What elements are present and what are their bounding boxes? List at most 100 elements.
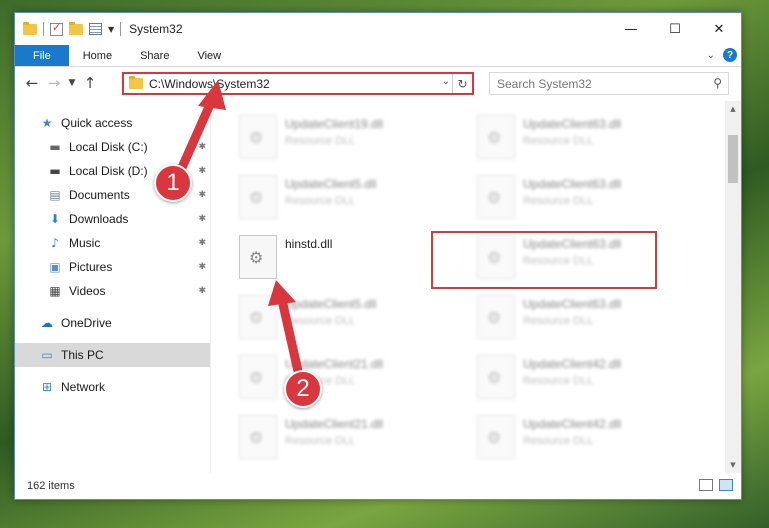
file-item[interactable]: UpdateClient5.dll Resource DLL [233, 173, 453, 229]
ribbon-tabs: File Home Share View ⌄ ? [15, 45, 741, 67]
file-item[interactable]: UpdateClient63.dll Resource DLL [471, 293, 691, 349]
file-item[interactable]: UpdateClient63.dll Resource DLL [471, 173, 691, 229]
sidebar-item-label: Network [61, 380, 106, 394]
navigation-pane: ★ Quick access ▬ Local Disk (C:) ✱ ▬ Loc… [15, 101, 211, 473]
search-placeholder: Search System32 [497, 76, 592, 91]
toolbar-divider [43, 22, 44, 36]
new-folder-icon[interactable] [69, 21, 83, 35]
back-arrow-icon[interactable]: ← [21, 74, 43, 92]
sidebar-item-network[interactable]: ⊞ Network [15, 375, 210, 399]
network-icon: ⊞ [41, 380, 53, 394]
file-type: Resource DLL [523, 435, 594, 447]
scroll-down-arrow-icon[interactable]: ▼ [725, 457, 741, 473]
rename-icon[interactable] [89, 23, 102, 35]
file-name: hinstd.dll [285, 237, 333, 251]
drive-icon: ▬ [49, 164, 61, 178]
view-toggle [699, 479, 733, 491]
documents-icon: ▤ [49, 188, 61, 202]
file-name: UpdateClient42.dll [523, 357, 622, 371]
file-item[interactable]: UpdateClient5.dll Resource DLL [233, 293, 453, 349]
sidebar-item-downloads[interactable]: ⬇ Downloads ✱ [15, 207, 210, 231]
pictures-icon: ▣ [49, 260, 61, 274]
chevron-down-icon[interactable]: ⌄ [707, 50, 715, 61]
window-controls: — ☐ ✕ [609, 13, 741, 45]
vertical-scrollbar[interactable]: ▲ ▼ [725, 101, 741, 473]
search-input[interactable]: Search System32 ⚲ [489, 72, 729, 95]
folder-icon [23, 21, 37, 35]
file-item[interactable]: UpdateClient19.dll Resource DLL [233, 113, 453, 169]
dll-file-icon [477, 355, 515, 399]
sidebar-item-this-pc[interactable]: ▭ This PC [15, 343, 210, 367]
dll-file-icon [477, 115, 515, 159]
sidebar-item-label: OneDrive [61, 316, 112, 330]
recent-locations-chevron-icon[interactable]: ▼ [65, 78, 79, 88]
scroll-up-arrow-icon[interactable]: ▲ [725, 101, 741, 117]
details-view-icon[interactable] [699, 479, 713, 491]
address-path[interactable]: C:\Windows\System32 [149, 77, 270, 91]
dll-file-icon [477, 175, 515, 219]
tab-share[interactable]: Share [126, 45, 183, 66]
dll-file-icon [477, 295, 515, 339]
ribbon-right-controls: ⌄ ? [707, 48, 737, 62]
file-highlight-box [431, 231, 657, 289]
sidebar-item-music[interactable]: ♪ Music ✱ [15, 231, 210, 255]
sidebar-item-quick-access[interactable]: ★ Quick access [15, 111, 210, 135]
file-type: Resource DLL [523, 135, 594, 147]
scroll-thumb[interactable] [728, 135, 738, 183]
address-bar[interactable]: C:\Windows\System32 ⌄ ↻ [122, 72, 474, 95]
drive-icon: ▬ [49, 140, 61, 154]
search-icon[interactable]: ⚲ [713, 76, 722, 90]
file-item[interactable]: UpdateClient21.dllResource DLL [233, 353, 453, 409]
window-title: System32 [129, 22, 183, 36]
file-name: UpdateClient63.dll [523, 297, 622, 311]
pin-icon[interactable]: ✱ [198, 238, 206, 248]
file-item-hinstd[interactable]: hinstd.dll [233, 233, 453, 289]
file-type: Resource DLL [523, 195, 594, 207]
sidebar-item-onedrive[interactable]: ☁ OneDrive [15, 311, 210, 335]
step-2-badge: 2 [284, 370, 322, 408]
customize-toolbar-dropdown-icon[interactable]: ▼ [108, 25, 114, 34]
sidebar-item-label: Local Disk (C:) [69, 140, 148, 154]
pin-icon[interactable]: ✱ [198, 286, 206, 296]
dll-file-icon [239, 415, 277, 459]
sidebar-item-label: Local Disk (D:) [69, 164, 148, 178]
address-dropdown-icon[interactable]: ⌄ [442, 76, 450, 87]
pin-icon[interactable]: ✱ [198, 190, 206, 200]
pin-icon[interactable]: ✱ [198, 262, 206, 272]
up-arrow-icon[interactable]: ↑ [79, 74, 101, 92]
maximize-button[interactable]: ☐ [653, 13, 697, 45]
sidebar-item-pictures[interactable]: ▣ Pictures ✱ [15, 255, 210, 279]
dll-file-icon [239, 235, 277, 279]
tab-home[interactable]: Home [69, 45, 126, 66]
pin-icon[interactable]: ✱ [198, 214, 206, 224]
file-item[interactable]: UpdateClient42.dll Resource DLL [471, 353, 691, 409]
main-content: ★ Quick access ▬ Local Disk (C:) ✱ ▬ Loc… [15, 101, 741, 473]
dll-file-icon [239, 355, 277, 399]
forward-arrow-icon[interactable]: → [43, 74, 65, 92]
pin-icon[interactable]: ✱ [198, 142, 206, 152]
file-item[interactable]: UpdateClient42.dll Resource DLL [471, 413, 691, 469]
file-type: Resource DLL [285, 315, 356, 327]
file-item[interactable]: UpdateClient21.dllResource DLL [233, 413, 453, 469]
dll-file-icon [477, 415, 515, 459]
cloud-icon: ☁ [41, 316, 53, 330]
file-name: UpdateClient42.dll [523, 417, 622, 431]
close-button[interactable]: ✕ [697, 13, 741, 45]
file-name: UpdateClient63.dll [523, 177, 622, 191]
tab-file[interactable]: File [15, 45, 69, 66]
sidebar-item-label: Downloads [69, 212, 129, 226]
sidebar-item-videos[interactable]: ▦ Videos ✱ [15, 279, 210, 303]
sidebar-item-local-disk-c[interactable]: ▬ Local Disk (C:) ✱ [15, 135, 210, 159]
sidebar-item-label: Documents [69, 188, 130, 202]
refresh-icon[interactable]: ↻ [452, 74, 472, 93]
properties-check-icon[interactable] [50, 21, 63, 36]
pin-icon[interactable]: ✱ [198, 166, 206, 176]
help-button[interactable]: ? [723, 48, 737, 62]
folder-icon [129, 76, 143, 89]
file-item[interactable]: UpdateClient63.dll Resource DLL [471, 113, 691, 169]
file-type: Resource DLL [285, 435, 356, 447]
tab-view[interactable]: View [183, 45, 235, 66]
large-icons-view-icon[interactable] [719, 479, 733, 491]
minimize-button[interactable]: — [609, 13, 653, 45]
file-name: UpdateClient21.dll [285, 357, 384, 371]
